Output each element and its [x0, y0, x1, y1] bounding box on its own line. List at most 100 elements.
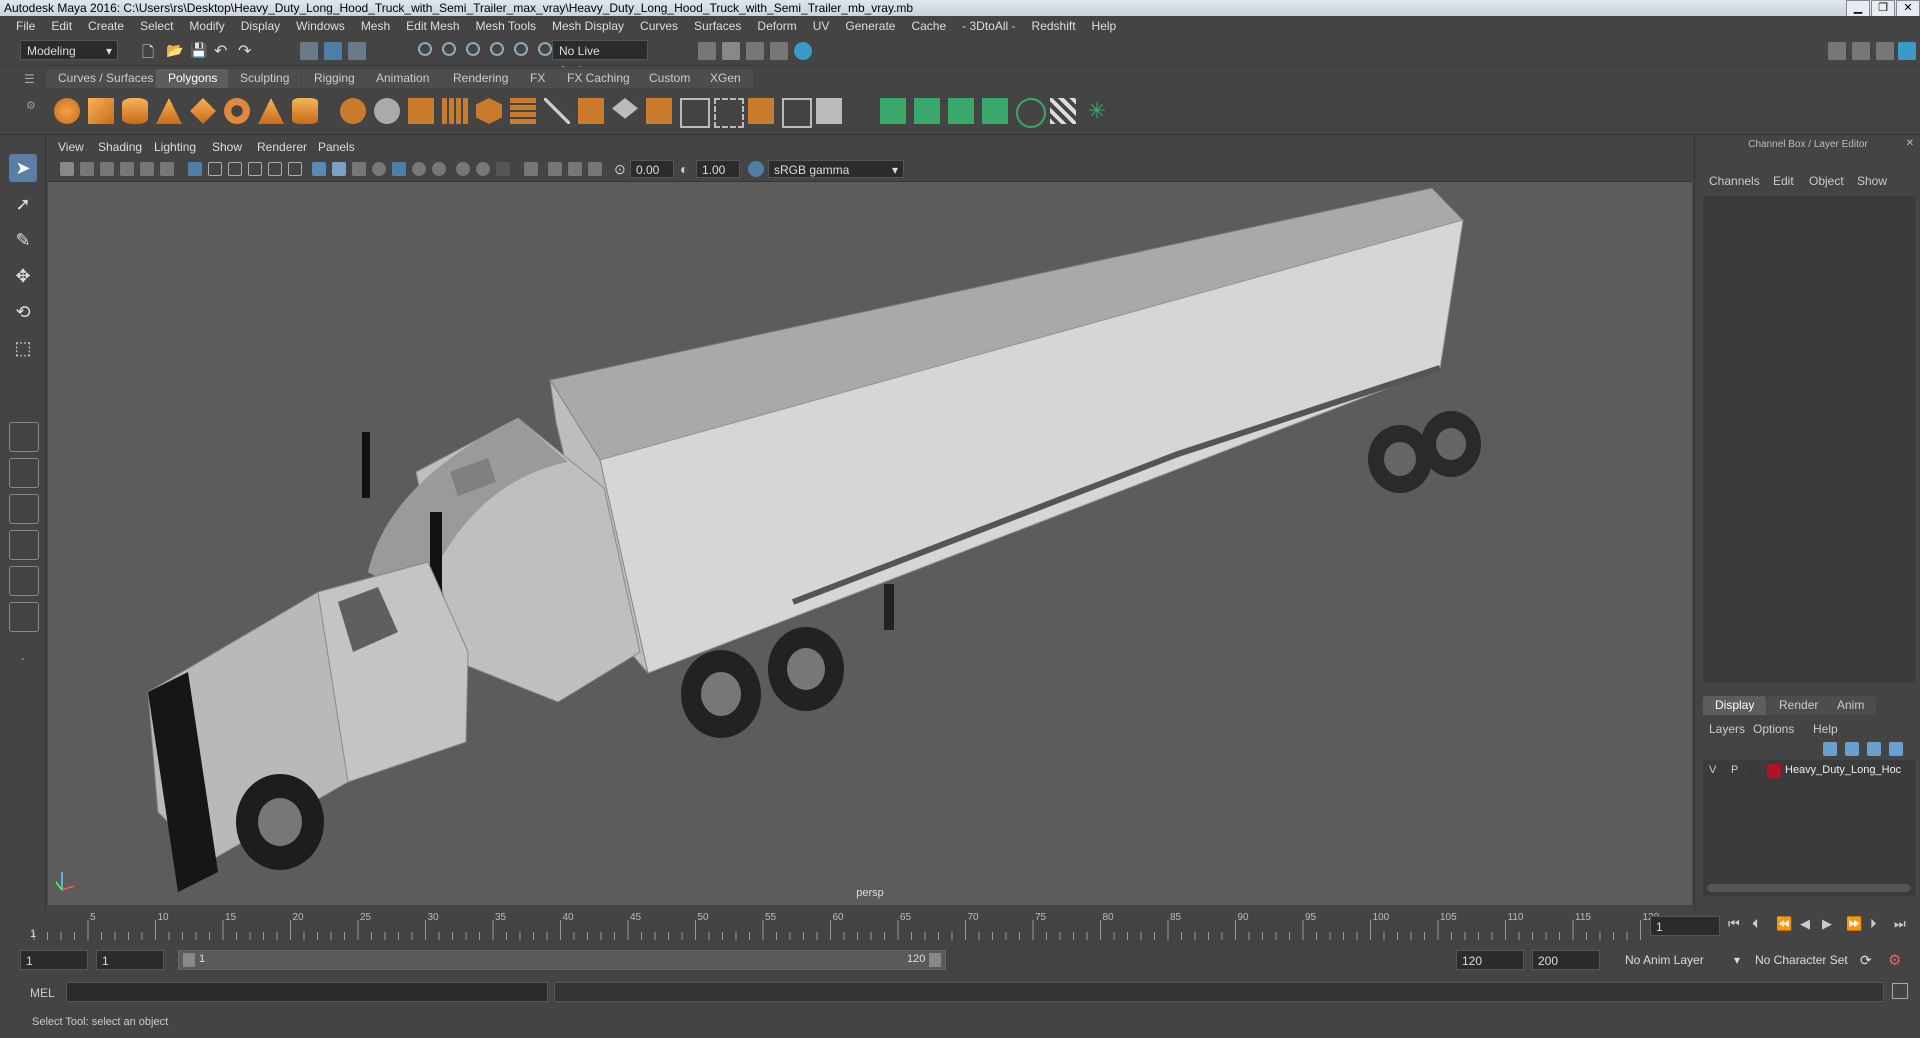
menu-curves[interactable]: Curves: [632, 19, 686, 33]
step-forward-key-icon[interactable]: ⏵: [1870, 916, 1877, 932]
snap-view-plane-icon[interactable]: [514, 42, 528, 56]
xray-icon[interactable]: [548, 162, 562, 176]
mode-dropdown[interactable]: Modeling ▾: [20, 40, 118, 60]
tab-rigging[interactable]: Rigging: [302, 69, 367, 88]
preferences-icon[interactable]: ⚙: [1888, 951, 1901, 969]
bevel-icon[interactable]: [646, 98, 672, 124]
range-slider[interactable]: 1 120: [178, 950, 946, 970]
four-view-layout-icon[interactable]: [9, 458, 39, 488]
edit-menu[interactable]: Edit: [1773, 174, 1794, 188]
options-menu[interactable]: Options: [1753, 722, 1794, 736]
grease-pencil-icon[interactable]: [160, 162, 174, 176]
layers-menu[interactable]: Layers: [1709, 722, 1745, 736]
poly-pipe-icon[interactable]: [292, 98, 318, 124]
tab-custom[interactable]: Custom: [637, 69, 703, 88]
grid-icon[interactable]: [188, 162, 202, 176]
uv-editor-icon[interactable]: [1016, 98, 1046, 128]
vp-menu-view[interactable]: View: [58, 140, 84, 154]
vp-menu-show[interactable]: Show: [212, 140, 242, 154]
auto-key-icon[interactable]: ⟳: [1860, 952, 1872, 969]
menu-edit-mesh[interactable]: Edit Mesh: [398, 19, 467, 33]
layer-color-swatch[interactable]: [1767, 764, 1781, 778]
tool-settings-icon[interactable]: [1876, 42, 1894, 60]
vp-menu-panels[interactable]: Panels: [318, 140, 355, 154]
menu-mesh-tools[interactable]: Mesh Tools: [468, 19, 544, 33]
menu-redshift[interactable]: Redshift: [1024, 19, 1084, 33]
exposure-field[interactable]: 0.00: [630, 160, 674, 178]
hypershade-layout-icon[interactable]: [9, 602, 39, 632]
tab-anim[interactable]: Anim: [1825, 696, 1877, 715]
film-gate-icon[interactable]: [208, 162, 222, 176]
planar-mapping-icon[interactable]: [880, 98, 906, 124]
layer-visibility-toggle[interactable]: V: [1709, 764, 1716, 776]
new-layer-icon[interactable]: [1867, 742, 1881, 756]
spherical-mapping-icon[interactable]: [948, 98, 974, 124]
layer-scrollbar[interactable]: [1707, 884, 1911, 892]
tab-display[interactable]: Display: [1703, 696, 1767, 715]
channel-box-area[interactable]: [1703, 196, 1915, 682]
live-surface-field[interactable]: No Live Surface: [552, 40, 648, 78]
gamma-field[interactable]: 1.00: [696, 160, 740, 178]
go-to-start-icon[interactable]: ⏮: [1728, 916, 1740, 932]
rotate-tool-icon[interactable]: ⟲: [9, 298, 37, 326]
mel-label[interactable]: MEL: [30, 986, 55, 1000]
poly-cone-icon[interactable]: [156, 98, 182, 124]
extrude-icon[interactable]: [578, 98, 604, 124]
tab-sculpting[interactable]: Sculpting: [228, 69, 302, 88]
move-layer-up-icon[interactable]: [1823, 742, 1837, 756]
append-polygon-icon[interactable]: [748, 98, 774, 124]
undo-icon[interactable]: ↶: [214, 41, 227, 61]
outliner-layout-icon[interactable]: [9, 566, 39, 596]
motion-blur-icon[interactable]: [456, 162, 470, 176]
resolution-gate-icon[interactable]: [228, 162, 242, 176]
select-by-hierarchy-icon[interactable]: [300, 42, 318, 60]
layer-reference-toggle[interactable]: [1749, 764, 1761, 778]
tab-polygons[interactable]: Polygons: [156, 69, 230, 88]
go-to-end-icon[interactable]: ⏭: [1894, 916, 1906, 932]
scale-tool-icon[interactable]: ⬚: [9, 334, 37, 362]
2d-pan-zoom-icon[interactable]: [140, 162, 154, 176]
menu-help[interactable]: Help: [1084, 19, 1125, 33]
bridge-icon[interactable]: [612, 98, 638, 119]
smooth-shade-icon[interactable]: [332, 162, 346, 176]
poly-torus-icon[interactable]: [224, 98, 250, 124]
menu-cache[interactable]: Cache: [903, 19, 954, 33]
tab-animation[interactable]: Animation: [364, 69, 442, 88]
current-frame-field[interactable]: 1: [1650, 916, 1720, 936]
tab-fx[interactable]: FX: [518, 69, 558, 88]
screen-space-ao-icon[interactable]: [432, 162, 446, 176]
safe-action-icon[interactable]: [288, 162, 302, 176]
vp-menu-shading[interactable]: Shading: [98, 140, 142, 154]
script-editor-icon[interactable]: [1892, 983, 1908, 999]
combine-icon[interactable]: [340, 98, 366, 124]
tab-rendering[interactable]: Rendering: [441, 69, 521, 88]
poly-cube-icon[interactable]: [88, 98, 114, 124]
persp-graph-layout-icon[interactable]: [9, 530, 39, 560]
fill-hole-icon[interactable]: [782, 98, 812, 128]
playback-end-field[interactable]: 120: [1456, 950, 1524, 970]
reduce-icon[interactable]: [510, 98, 536, 124]
menu-modify[interactable]: Modify: [181, 19, 232, 33]
menu-file[interactable]: File: [8, 19, 43, 33]
use-all-lights-icon[interactable]: [392, 162, 406, 176]
tab-render[interactable]: Render: [1767, 696, 1831, 715]
open-scene-icon[interactable]: 📂: [166, 42, 183, 59]
xray-joints-icon[interactable]: [568, 162, 582, 176]
vp-menu-lighting[interactable]: Lighting: [154, 140, 196, 154]
ipr-render-icon[interactable]: [770, 42, 788, 60]
snap-curve-icon[interactable]: [442, 42, 456, 56]
image-plane-icon[interactable]: [120, 162, 134, 176]
perspective-viewport[interactable]: persp: [48, 182, 1692, 905]
multi-cut-icon[interactable]: [544, 98, 570, 124]
menu-uv[interactable]: UV: [805, 19, 838, 33]
color-space-dropdown[interactable]: sRGB gamma ▾: [768, 160, 904, 178]
camera-attributes-icon[interactable]: [80, 162, 94, 176]
isolate-select-icon[interactable]: [524, 162, 538, 176]
help-menu[interactable]: Help: [1813, 722, 1838, 736]
render-settings-icon[interactable]: [698, 42, 716, 60]
lasso-tool-icon[interactable]: ➚: [9, 190, 37, 218]
select-by-object-icon[interactable]: [324, 42, 342, 60]
gate-mask-icon[interactable]: [248, 162, 262, 176]
layer-playback-toggle[interactable]: P: [1731, 764, 1738, 776]
hypershade-icon[interactable]: [794, 42, 812, 60]
